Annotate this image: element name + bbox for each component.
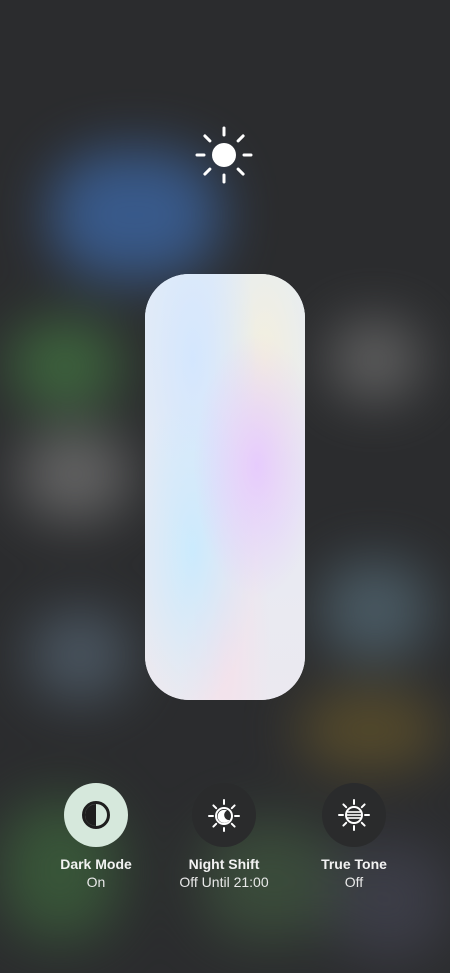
dark-mode-icon xyxy=(82,801,110,829)
true-tone-label: True Tone xyxy=(321,856,387,872)
brightness-slider-fill xyxy=(145,274,305,700)
dark-mode-button[interactable] xyxy=(64,783,128,847)
true-tone-status: Off xyxy=(344,874,364,890)
dark-mode-label: Dark Mode xyxy=(60,856,132,872)
display-toggles: Dark Mode On Night Shift Off Until 21:00… xyxy=(0,783,450,903)
night-shift-label: Night Shift xyxy=(188,856,260,872)
night-shift-button[interactable] xyxy=(192,783,256,847)
true-tone-button[interactable] xyxy=(322,783,386,847)
night-shift-toggle[interactable]: Night Shift Off Until 21:00 xyxy=(159,783,289,891)
true-tone-icon xyxy=(338,799,370,831)
night-shift-status: Off Until 21:00 xyxy=(179,874,269,890)
night-shift-icon xyxy=(208,799,240,832)
dark-mode-toggle[interactable]: Dark Mode On xyxy=(31,783,161,891)
sun-icon xyxy=(195,126,253,184)
brightness-slider[interactable] xyxy=(145,274,305,700)
dark-mode-status: On xyxy=(86,874,106,890)
true-tone-toggle[interactable]: True Tone Off xyxy=(289,783,419,891)
brightness-control-screen: Dark Mode On Night Shift Off Until 21:00… xyxy=(0,0,450,973)
